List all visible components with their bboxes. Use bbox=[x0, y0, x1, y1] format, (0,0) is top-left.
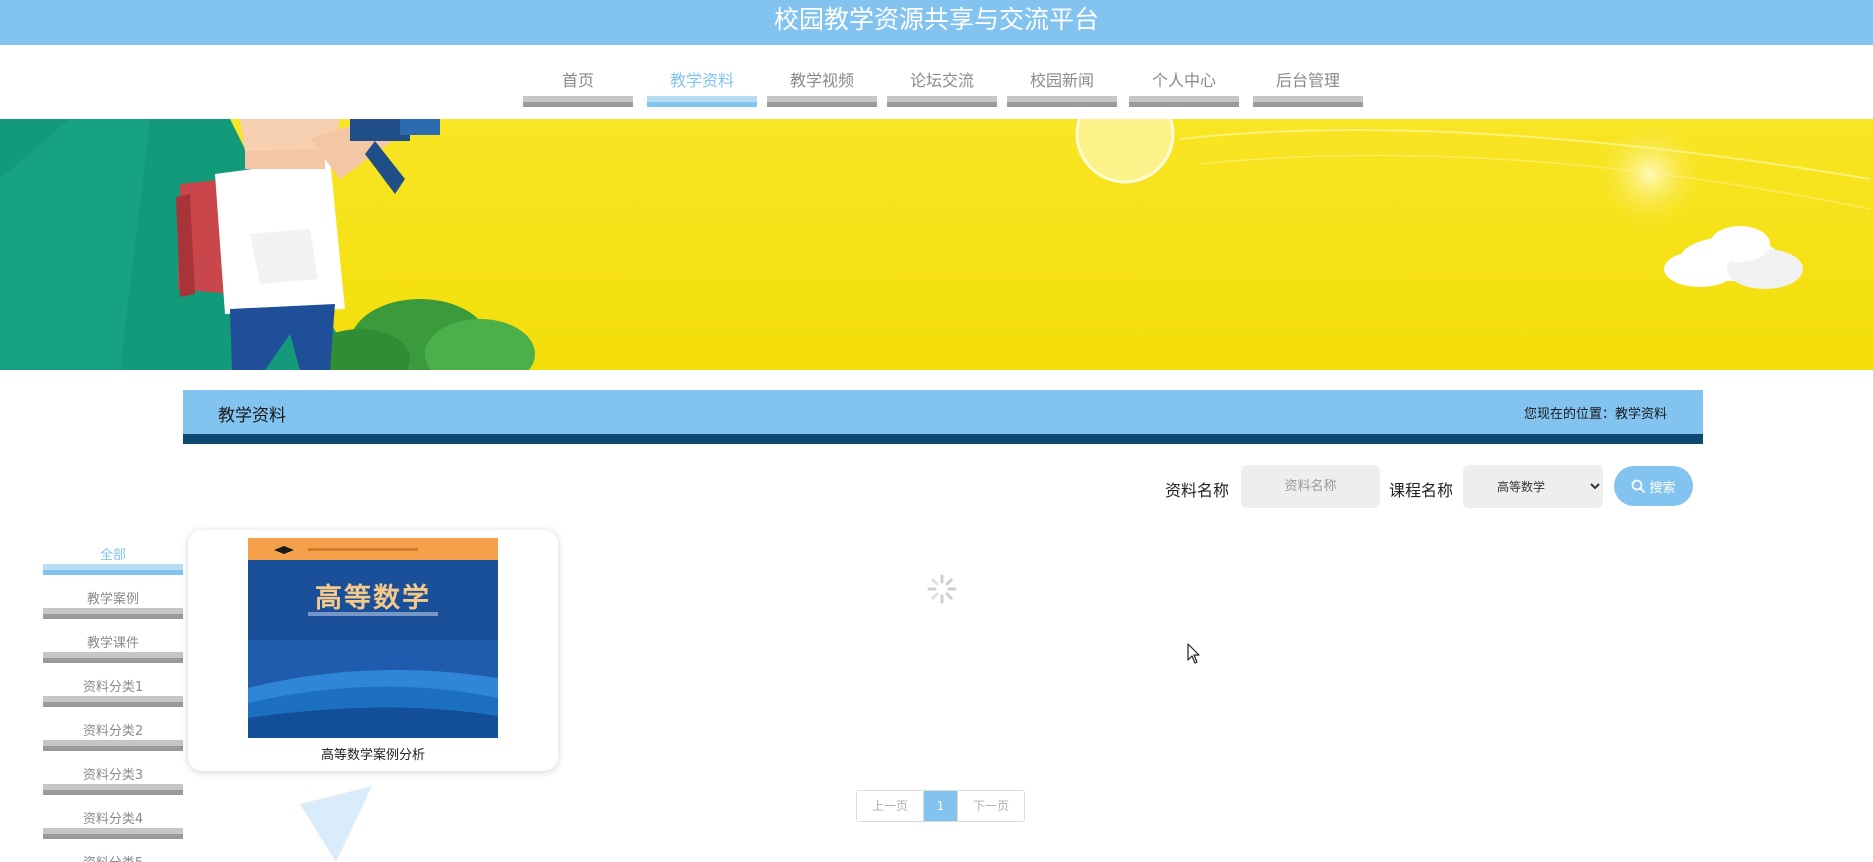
material-cover-image: 高等数学 bbox=[248, 538, 498, 738]
nav-item-label: 论坛交流 bbox=[909, 71, 974, 90]
pagination: 上一页 1 下一页 bbox=[856, 790, 1025, 822]
category-label: 教学课件 bbox=[86, 636, 139, 651]
nav-item-forum[interactable]: 论坛交流 bbox=[887, 45, 997, 109]
nav-item-label: 教学资料 bbox=[669, 71, 734, 90]
next-page-button[interactable]: 下一页 bbox=[958, 791, 1024, 821]
section-header: 教学资料 您现在的位置：教学资料 bbox=[183, 390, 1703, 444]
nav-item-home[interactable]: 首页 bbox=[523, 45, 633, 109]
category-label: 资料分类4 bbox=[82, 812, 144, 827]
header-bar: 校园教学资源共享与交流平台 bbox=[0, 0, 1873, 45]
category-item-teaching-cases[interactable]: 教学案例 bbox=[43, 584, 183, 628]
category-label: 资料分类2 bbox=[82, 724, 144, 739]
category-label: 教学案例 bbox=[86, 592, 139, 607]
page-number-current[interactable]: 1 bbox=[923, 791, 958, 821]
nav-item-campus-news[interactable]: 校园新闻 bbox=[1007, 45, 1117, 109]
nav-item-label: 个人中心 bbox=[1151, 71, 1216, 90]
course-name-select[interactable]: 高等数学 bbox=[1463, 465, 1603, 508]
material-name-label: 资料名称 bbox=[1165, 481, 1230, 500]
course-name-label: 课程名称 bbox=[1389, 481, 1454, 500]
nav-item-admin[interactable]: 后台管理 bbox=[1253, 45, 1363, 109]
main-nav: 首页 教学资料 教学视频 论坛交流 校园新闻 个人中心 后台管理 bbox=[0, 45, 1873, 119]
page: 校园教学资源共享与交流平台 首页 教学资料 教学视频 论坛交流 校园新闻 个人中… bbox=[0, 0, 1873, 862]
category-item-category-5[interactable]: 资料分类5 bbox=[43, 848, 183, 862]
search-icon bbox=[1632, 479, 1646, 493]
search-button[interactable]: 搜索 bbox=[1614, 466, 1693, 506]
search-button-label: 搜索 bbox=[1649, 480, 1676, 496]
mouse-cursor-icon bbox=[1187, 643, 1200, 664]
category-item-category-4[interactable]: 资料分类4 bbox=[43, 804, 183, 848]
material-card[interactable]: 高等数学 高等数学案例分析 bbox=[188, 530, 558, 771]
decorative-triangle bbox=[300, 786, 372, 862]
site-title: 校园教学资源共享与交流平台 bbox=[773, 5, 1099, 34]
category-item-category-2[interactable]: 资料分类2 bbox=[43, 716, 183, 760]
banner-illustration bbox=[0, 119, 1871, 370]
nav-item-label: 校园新闻 bbox=[1029, 71, 1094, 90]
nav-item-teaching-materials[interactable]: 教学资料 bbox=[647, 45, 757, 109]
book-cover-art bbox=[248, 538, 498, 738]
category-label: 资料分类1 bbox=[82, 680, 144, 695]
category-item-courseware[interactable]: 教学课件 bbox=[43, 628, 183, 672]
category-label: 全部 bbox=[99, 548, 126, 563]
material-title[interactable]: 高等数学案例分析 bbox=[188, 744, 558, 763]
nav-item-personal-center[interactable]: 个人中心 bbox=[1129, 45, 1239, 109]
category-item-category-1[interactable]: 资料分类1 bbox=[43, 672, 183, 716]
nav-item-label: 首页 bbox=[561, 71, 594, 90]
category-label: 资料分类3 bbox=[82, 768, 144, 783]
loading-spinner-icon bbox=[927, 574, 957, 604]
breadcrumb: 您现在的位置：教学资料 bbox=[1523, 407, 1667, 422]
section-title: 教学资料 bbox=[218, 406, 286, 426]
category-item-category-3[interactable]: 资料分类3 bbox=[43, 760, 183, 804]
nav-item-label: 后台管理 bbox=[1275, 71, 1340, 90]
hero-banner bbox=[0, 119, 1873, 370]
material-name-input[interactable] bbox=[1241, 465, 1380, 508]
category-item-all[interactable]: 全部 bbox=[43, 540, 183, 584]
nav-item-label: 教学视频 bbox=[789, 71, 854, 90]
prev-page-button[interactable]: 上一页 bbox=[857, 791, 923, 821]
section-underline bbox=[183, 434, 1703, 444]
cover-title-text: 高等数学 bbox=[315, 583, 431, 614]
category-label: 资料分类5 bbox=[43, 852, 183, 862]
nav-item-teaching-videos[interactable]: 教学视频 bbox=[767, 45, 877, 109]
